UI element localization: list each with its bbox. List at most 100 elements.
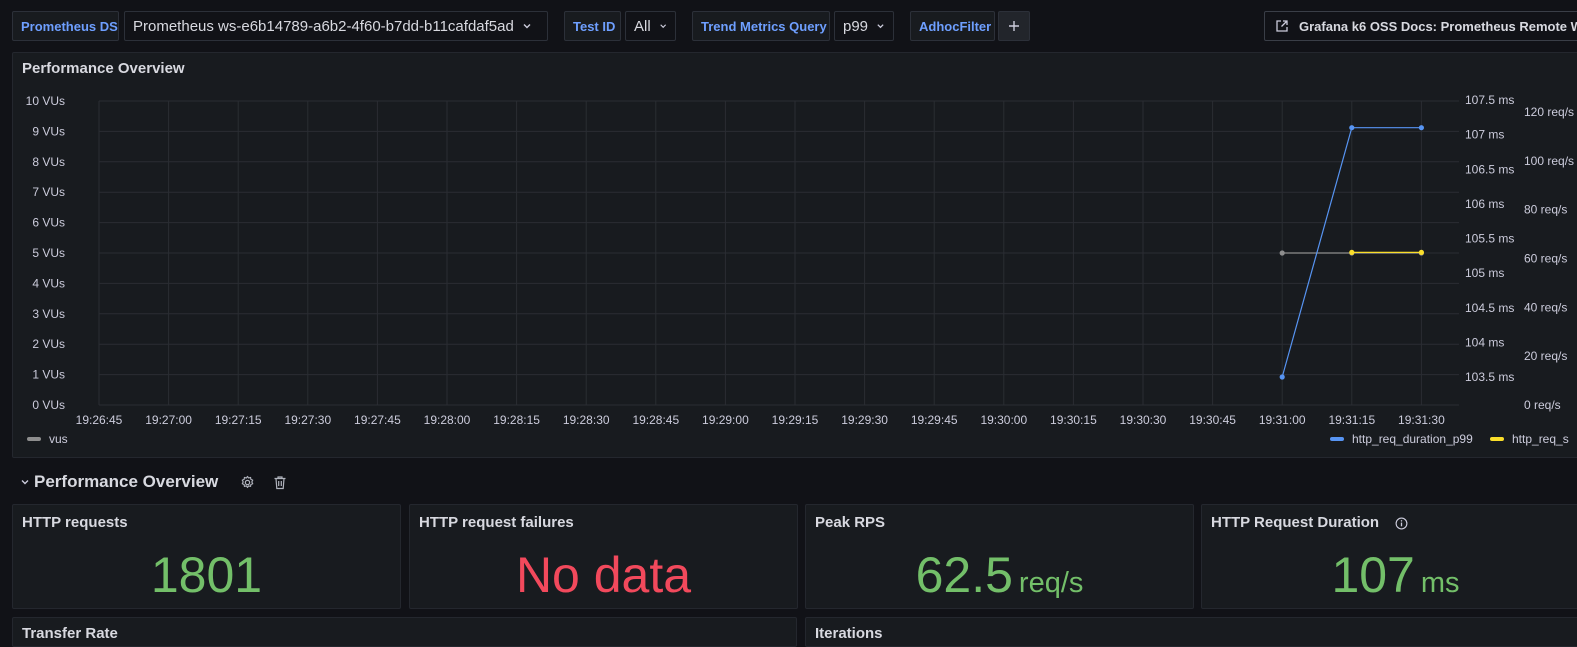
time-series-chart: 0 VUs 1 VUs 2 VUs 3 VUs 4 VUs 5 VUs 6 VUs 7 VUs…: [26, 93, 1574, 427]
iterations-panel[interactable]: Iterations: [805, 617, 1577, 647]
adhoc-filter-label: AdhocFilter: [910, 11, 995, 41]
y-axis-left-tick-label: 6 VUs: [32, 216, 65, 230]
stat-value: No data: [410, 545, 797, 605]
y-axis-right-tick-label: 0 req/s: [1524, 398, 1561, 412]
stat-panel-http-request-failures[interactable]: HTTP request failures No data: [409, 504, 798, 609]
datasource-variable-label: Prometheus DS: [12, 11, 119, 41]
dashboard-row-header: Performance Overview: [20, 470, 287, 494]
y-axis-left-tick-label: 9 VUs: [32, 124, 65, 138]
x-axis-tick-label: 19:28:45: [632, 413, 679, 427]
x-axis-tick-label: 19:30:30: [1120, 413, 1167, 427]
transfer-rate-panel[interactable]: Transfer Rate: [12, 617, 797, 647]
y-axis-right-tick-label: 100 req/s: [1524, 154, 1574, 168]
stat-panel-http-requests[interactable]: HTTP requests 1801: [12, 504, 401, 609]
y-axis-mid-tick-label: 106 ms: [1465, 197, 1504, 211]
panel-title: Peak RPS: [815, 514, 886, 531]
x-axis-tick-label: 19:28:00: [424, 413, 471, 427]
datasource-variable-value: Prometheus ws-e6b14789-a6b2-4f60-b7dd-b1…: [133, 17, 514, 35]
data-point-http-req-s: [1349, 249, 1355, 255]
data-point-http-req-duration-p99: [1349, 125, 1355, 131]
y-axis-right-tick-label: 20 req/s: [1524, 349, 1567, 363]
add-filter-button[interactable]: [998, 11, 1030, 41]
y-axis-left-tick-label: 7 VUs: [32, 185, 65, 199]
y-axis-left-tick-label: 1 VUs: [32, 368, 65, 382]
x-axis-tick-label: 19:27:00: [145, 413, 192, 427]
panel-title-text: HTTP Request Duration: [1211, 514, 1380, 531]
x-axis-tick-label: 19:31:00: [1259, 413, 1306, 427]
chevron-down-icon: [659, 24, 666, 29]
performance-overview-chart-panel[interactable]: Performance Overview 0 VUs 1 VUs 2 VUs 3 VU…: [12, 52, 1577, 458]
plus-icon: [1009, 21, 1019, 31]
row-delete-button[interactable]: [273, 475, 287, 490]
variable-toolbar: Prometheus DS Prometheus ws-e6b14789-a6b…: [0, 0, 1577, 52]
stat-panel-peak-rps[interactable]: Peak RPS 62.5 req/s: [805, 504, 1194, 609]
chevron-down-icon[interactable]: [20, 477, 30, 487]
trend-variable-label: Trend Metrics Query: [692, 11, 830, 41]
stat-number: 62.5: [915, 547, 1013, 603]
legend-item-vus[interactable]: vus: [27, 432, 68, 446]
y-axis-mid-tick-label: 105.5 ms: [1465, 232, 1514, 246]
x-axis-tick-label: 19:28:15: [493, 413, 540, 427]
x-axis-tick-label: 19:27:30: [284, 413, 331, 427]
testid-variable-value: All: [634, 17, 651, 35]
stat-number: 107: [1331, 547, 1415, 603]
stat-value: 107 ms: [1202, 545, 1577, 613]
data-point-vus: [1279, 250, 1285, 256]
trend-variable-select[interactable]: p99: [834, 11, 894, 41]
x-axis-tick-label: 19:29:30: [841, 413, 888, 427]
y-axis-mid-tick-label: 107 ms: [1465, 128, 1504, 142]
stat-value: 1801: [13, 545, 400, 605]
x-axis-tick-label: 19:29:15: [772, 413, 819, 427]
trash-icon: [274, 475, 286, 489]
x-axis-tick-label: 19:29:45: [911, 413, 958, 427]
row-title[interactable]: Performance Overview: [34, 472, 218, 492]
x-axis-tick-label: 19:26:45: [76, 413, 123, 427]
x-axis-tick-label: 19:31:30: [1398, 413, 1445, 427]
y-axis-mid-tick-label: 103.5 ms: [1465, 370, 1514, 384]
stat-number: No data: [515, 547, 692, 603]
x-axis-tick-label: 19:27:45: [354, 413, 401, 427]
y-axis-left-tick-label: 3 VUs: [32, 307, 65, 321]
y-axis-mid-tick-label: 106.5 ms: [1465, 162, 1514, 176]
x-axis-tick-label: 19:30:15: [1050, 413, 1097, 427]
y-axis-mid-tick-label: 104 ms: [1465, 335, 1504, 349]
data-point-http-req-duration-p99: [1418, 125, 1424, 131]
y-axis-right-tick-label: 120 req/s: [1524, 105, 1574, 119]
panel-title: Transfer Rate: [22, 625, 118, 642]
chevron-down-icon: [523, 24, 531, 29]
data-point-http-req-s: [1418, 249, 1424, 255]
legend-item-http-req-s[interactable]: http_req_s: [1490, 432, 1569, 446]
datasource-variable-select[interactable]: Prometheus ws-e6b14789-a6b2-4f60-b7dd-b1…: [124, 11, 548, 41]
docs-link-button[interactable]: Grafana k6 OSS Docs: Prometheus Remote W…: [1264, 11, 1577, 41]
x-axis-tick-label: 19:29:00: [702, 413, 749, 427]
x-axis-tick-label: 19:31:15: [1328, 413, 1375, 427]
y-axis-mid-tick-label: 105 ms: [1465, 266, 1504, 280]
y-axis-left-tick-label: 10 VUs: [26, 94, 65, 108]
info-circle-icon[interactable]: [1395, 517, 1408, 530]
testid-variable-select[interactable]: All: [625, 11, 676, 41]
y-axis-right-tick-label: 80 req/s: [1524, 203, 1567, 217]
x-axis-tick-label: 19:30:45: [1189, 413, 1236, 427]
y-axis-left-tick-label: 2 VUs: [32, 337, 65, 351]
external-link-icon: [1276, 20, 1288, 32]
row-settings-button[interactable]: [240, 475, 255, 490]
panel-title: HTTP Request Duration: [1211, 514, 1408, 531]
chevron-down-icon: [877, 24, 884, 29]
stat-panel-http-request-duration[interactable]: HTTP Request Duration 107 ms: [1201, 504, 1577, 609]
x-axis-tick-label: 19:27:15: [215, 413, 262, 427]
y-axis-left-tick-label: 4 VUs: [32, 276, 65, 290]
data-point-http-req-duration-p99: [1279, 374, 1285, 380]
legend-label: http_req_s: [1512, 432, 1569, 446]
legend-swatch: [1330, 437, 1344, 441]
legend-swatch: [1490, 437, 1504, 441]
y-axis-right-tick-label: 60 req/s: [1524, 252, 1567, 266]
docs-link-label: Grafana k6 OSS Docs: Prometheus Remote W…: [1299, 18, 1577, 34]
gear-icon: [241, 475, 254, 488]
stat-value: 62.5 req/s: [806, 545, 1193, 613]
legend-label: vus: [49, 432, 68, 446]
y-axis-mid-tick-label: 104.5 ms: [1465, 301, 1514, 315]
legend-item-http-req-duration-p99[interactable]: http_req_duration_p99: [1330, 432, 1473, 446]
panel-title: HTTP request failures: [419, 514, 574, 531]
stat-unit: ms: [1420, 567, 1460, 599]
y-axis-left-tick-label: 0 VUs: [32, 398, 65, 412]
